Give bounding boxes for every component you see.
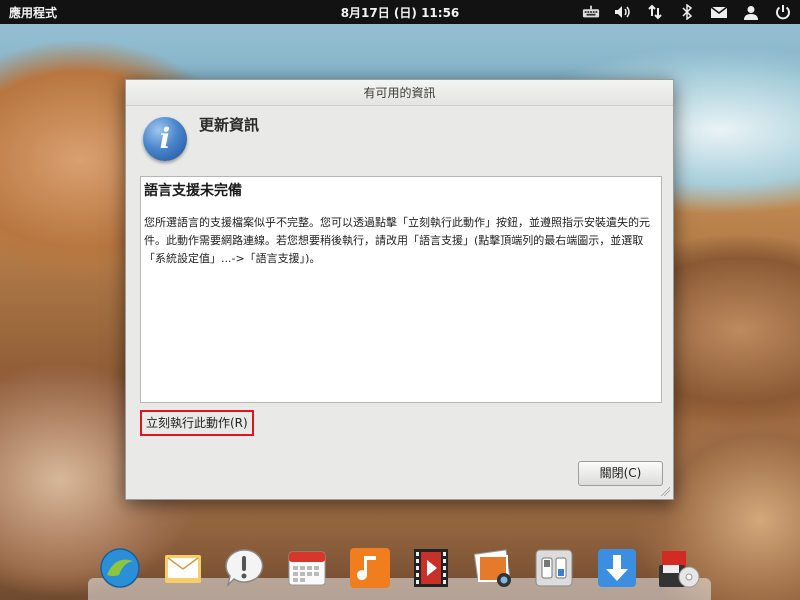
info-icon: i <box>143 117 187 161</box>
mail-icon[interactable] <box>162 546 204 590</box>
resize-grip-icon[interactable] <box>660 486 670 496</box>
user-icon[interactable] <box>742 3 760 21</box>
update-info-dialog: 有可用的資訊 i 更新資訊 語言支援未完備 您所選語言的支援檔案似乎不完整。您可… <box>125 79 674 500</box>
browser-icon[interactable] <box>99 546 141 590</box>
info-text-area[interactable]: 語言支援未完備 您所選語言的支援檔案似乎不完整。您可以透過點擊「立刻執行此動作」… <box>140 176 662 403</box>
power-icon[interactable] <box>774 3 792 21</box>
volume-icon[interactable] <box>614 3 632 21</box>
close-button[interactable]: 關閉(C) <box>578 461 663 486</box>
dialog-heading: 更新資訊 <box>199 116 260 134</box>
video-icon[interactable] <box>410 546 452 590</box>
run-action-button[interactable]: 立刻執行此動作(R) <box>140 410 254 436</box>
top-panel: 應用程式 8月17日 (日) 11:56 <box>0 0 800 24</box>
mail-icon[interactable] <box>710 3 728 21</box>
content-title: 語言支援未完備 <box>144 183 242 199</box>
notification-icon[interactable] <box>223 546 265 590</box>
clock[interactable]: 8月17日 (日) 11:56 <box>341 6 460 20</box>
photos-icon[interactable] <box>472 546 514 590</box>
applications-menu[interactable]: 應用程式 <box>9 4 57 21</box>
dialog-title[interactable]: 有可用的資訊 <box>126 80 673 106</box>
calendar-icon[interactable] <box>286 546 328 590</box>
bluetooth-icon[interactable] <box>678 3 696 21</box>
network-icon[interactable] <box>646 3 664 21</box>
settings-icon[interactable] <box>533 546 575 590</box>
music-icon[interactable] <box>349 546 391 590</box>
content-body: 您所選語言的支援檔案似乎不完整。您可以透過點擊「立刻執行此動作」按鈕，並遵照指示… <box>144 216 650 265</box>
backup-icon[interactable] <box>658 546 700 590</box>
keyboard-icon[interactable] <box>582 3 600 21</box>
software-center-icon[interactable] <box>596 546 638 590</box>
system-tray <box>568 3 792 21</box>
